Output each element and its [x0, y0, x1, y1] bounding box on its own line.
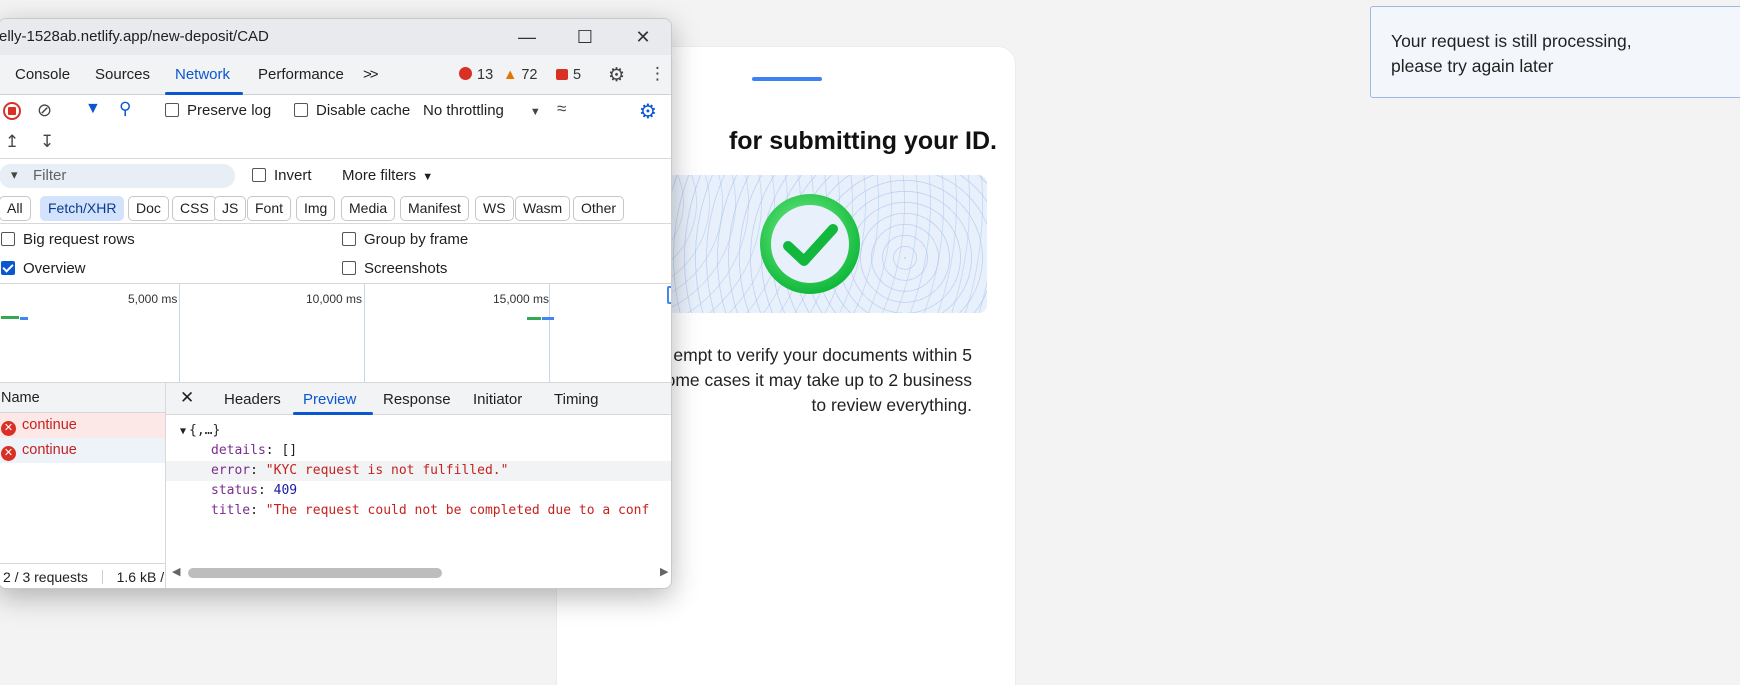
tab-sources[interactable]: Sources [95, 66, 150, 83]
filter-input[interactable]: ▾ Filter [0, 164, 235, 188]
network-conditions-icon[interactable]: ≈ [557, 99, 566, 119]
scroll-left-icon[interactable]: ◀ [172, 565, 180, 578]
error-icon [459, 67, 472, 80]
request-row[interactable]: ✕ continue [0, 438, 165, 463]
scroll-right-icon[interactable]: ▶ [660, 565, 668, 578]
invert-checkbox[interactable]: Invert [252, 167, 312, 184]
error-icon: ✕ [1, 421, 16, 436]
chip-css[interactable]: CSS [172, 196, 217, 221]
json-line-title: title: "The request could not be complet… [211, 503, 650, 518]
filter-funnel-icon[interactable]: ▼ [85, 100, 101, 118]
check-circle-icon [760, 194, 860, 294]
devtools-tab-bar: Console Sources Network Performance >> 1… [0, 55, 671, 95]
more-tabs-icon[interactable]: >> [363, 66, 378, 83]
tab-console[interactable]: Console [15, 66, 70, 83]
name-column-header[interactable]: Name [0, 383, 165, 413]
network-status-bar: 2 / 3 requests 1.6 kB / [0, 563, 166, 588]
network-settings-gear-icon[interactable]: ⚙ [639, 99, 657, 124]
tab-preview[interactable]: Preview [303, 391, 356, 408]
tab-timing[interactable]: Timing [554, 391, 598, 408]
details-tab-bar: ✕ Headers Preview Response Initiator Tim… [166, 383, 671, 415]
json-line-error: error: "KYC request is not fulfilled." [166, 461, 671, 481]
request-details-panel: ✕ Headers Preview Response Initiator Tim… [166, 383, 671, 588]
kebab-menu-icon[interactable]: ⋮ [649, 64, 666, 84]
progress-indicator [752, 77, 822, 81]
chip-fetch-xhr[interactable]: Fetch/XHR [40, 196, 125, 221]
options-row-2: Overview Screenshots [0, 254, 671, 284]
clear-icon[interactable]: ⊘ [37, 100, 52, 121]
timeline-label-15000: 15,000 ms [493, 292, 550, 306]
chip-font[interactable]: Font [247, 196, 292, 221]
request-row[interactable]: ✕ continue [0, 413, 165, 438]
tab-performance[interactable]: Performance [258, 66, 344, 83]
throttling-select[interactable]: No throttling ▼ [423, 102, 541, 119]
timeline-range-handle[interactable] [667, 286, 671, 304]
window-titlebar[interactable]: elly-1528ab.netlify.app/new-deposit/CAD … [0, 19, 671, 55]
tab-network[interactable]: Network [175, 66, 230, 83]
chip-ws[interactable]: WS [475, 196, 514, 221]
json-line-status: status: 409 [211, 483, 298, 498]
chip-other[interactable]: Other [573, 196, 625, 221]
stop-recording-icon[interactable] [3, 102, 21, 120]
group-by-frame-checkbox[interactable]: Group by frame [342, 231, 468, 248]
toast-line-1: Your request is still processing, [1391, 31, 1632, 51]
warning-icon: ▲ [503, 67, 518, 83]
timeline-bar-waiting [1, 316, 19, 319]
issues-count-badge[interactable]: 5 [556, 67, 581, 83]
network-overview-timeline[interactable]: 5,000 ms 10,000 ms 15,000 ms [0, 283, 671, 384]
error-count-badge[interactable]: 13 [459, 67, 493, 83]
tab-response[interactable]: Response [383, 391, 451, 408]
active-detail-tab-indicator [293, 412, 373, 415]
scrollbar-thumb[interactable] [188, 568, 442, 578]
warning-count-badge[interactable]: ▲ 72 [503, 67, 538, 83]
json-preview: ▼ {,…} details: [] error: "KYC request is… [166, 415, 671, 521]
chip-manifest[interactable]: Manifest [400, 196, 469, 221]
chip-wasm[interactable]: Wasm [515, 196, 571, 221]
processing-toast: Your request is still processing, please… [1370, 6, 1740, 98]
close-window-button[interactable]: ✕ [623, 23, 663, 51]
chip-doc[interactable]: Doc [128, 196, 169, 221]
timeline-bar-download [20, 317, 28, 320]
preserve-log-checkbox[interactable]: Preserve log [165, 102, 271, 119]
tab-initiator[interactable]: Initiator [473, 391, 522, 408]
filter-icon: ▾ [11, 167, 18, 182]
timeline-label-5000: 5,000 ms [128, 292, 178, 306]
devtools-window: elly-1528ab.netlify.app/new-deposit/CAD … [0, 18, 672, 589]
filter-row: ▾ Filter Invert More filters ▼ [0, 159, 671, 192]
json-root[interactable]: ▼ {,…} [166, 421, 671, 441]
resource-type-filters: All Fetch/XHR Doc CSS JS Font Img Media … [0, 192, 671, 224]
chip-js[interactable]: JS [214, 196, 247, 221]
error-icon: ✕ [1, 446, 16, 461]
import-export-toolbar: ↥ ↧ [0, 127, 671, 159]
search-icon[interactable]: ⚲ [119, 99, 131, 119]
screenshots-checkbox[interactable]: Screenshots [342, 260, 447, 277]
chip-all[interactable]: All [0, 196, 31, 221]
network-toolbar: ⊘ ▼ ⚲ Preserve log Disable cache No thro… [0, 95, 671, 127]
overview-checkbox[interactable]: Overview [1, 260, 86, 277]
timeline-bar-download-2 [542, 317, 554, 320]
upload-icon[interactable]: ↥ [5, 132, 19, 152]
chip-media[interactable]: Media [341, 196, 396, 221]
json-line-details: details: [] [211, 443, 298, 458]
tab-headers[interactable]: Headers [224, 391, 281, 408]
toast-line-2: please try again later [1391, 56, 1554, 76]
chip-img[interactable]: Img [296, 196, 336, 221]
timeline-bar-waiting-2 [527, 317, 541, 320]
window-url: elly-1528ab.netlify.app/new-deposit/CAD [0, 28, 269, 45]
more-filters-dropdown[interactable]: More filters ▼ [342, 167, 433, 184]
request-list: Name ✕ continue ✕ continue [0, 383, 166, 588]
minimize-button[interactable]: — [507, 23, 547, 51]
close-details-icon[interactable]: ✕ [180, 388, 194, 408]
maximize-button[interactable]: ☐ [565, 23, 605, 51]
options-row-1: Big request rows Group by frame [0, 224, 671, 254]
disable-cache-checkbox[interactable]: Disable cache [294, 102, 410, 119]
issues-icon [556, 69, 568, 80]
big-request-rows-checkbox[interactable]: Big request rows [1, 231, 135, 248]
settings-gear-icon[interactable]: ⚙ [608, 64, 625, 87]
horizontal-scrollbar[interactable]: ◀ ▶ [166, 564, 671, 580]
download-icon[interactable]: ↧ [40, 132, 54, 152]
transfer-size: 1.6 kB / [116, 569, 165, 585]
request-count: 2 / 3 requests [3, 569, 88, 585]
timeline-label-10000: 10,000 ms [306, 292, 363, 306]
